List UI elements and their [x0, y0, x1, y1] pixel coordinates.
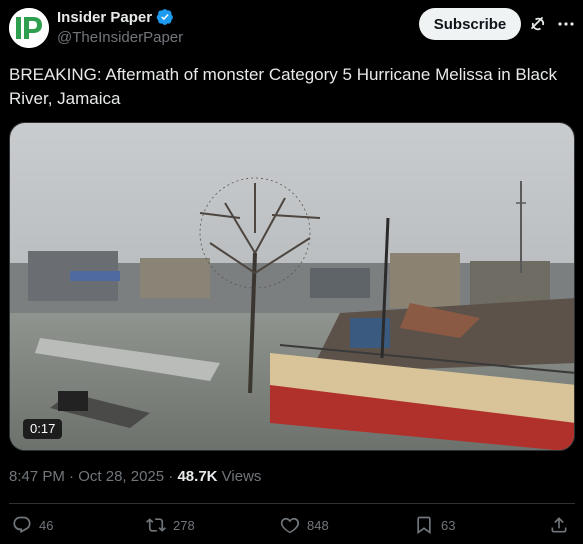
reply-icon — [13, 516, 31, 534]
tweet-date[interactable]: Oct 28, 2025 — [78, 468, 164, 485]
like-count: 848 — [307, 517, 329, 533]
video-duration: 0:17 — [23, 419, 63, 439]
more-options-icon[interactable] — [556, 14, 576, 34]
views-count: 48.7K — [177, 468, 218, 485]
action-bar: 46 278 848 63 — [0, 515, 583, 543]
repost-count: 278 — [173, 517, 195, 533]
share-icon — [551, 517, 567, 533]
divider — [9, 503, 575, 504]
video-player[interactable]: 0:17 — [9, 122, 575, 451]
video-thumbnail — [10, 123, 574, 450]
tweet-time[interactable]: 8:47 PM — [9, 468, 65, 485]
separator-dot: · — [69, 468, 75, 485]
heart-icon — [280, 517, 300, 534]
author-handle[interactable]: @TheInsiderPaper — [57, 29, 183, 46]
share-button[interactable] — [549, 515, 576, 535]
tweet-header: Insider Paper @TheInsiderPaper Subscribe — [0, 0, 583, 56]
verified-badge-icon — [156, 9, 173, 25]
repost-button[interactable]: 278 — [146, 515, 195, 535]
avatar-logo-icon — [9, 8, 49, 48]
views-label: Views — [221, 468, 262, 485]
separator-dot: · — [168, 468, 174, 485]
bookmark-count: 63 — [441, 517, 456, 533]
reply-button[interactable]: 46 — [12, 515, 53, 535]
tweet-text: BREAKING: Aftermath of monster Category … — [9, 65, 557, 108]
subscribe-button[interactable]: Subscribe — [419, 8, 521, 40]
repost-icon — [146, 518, 166, 532]
reply-count: 46 — [39, 517, 54, 533]
tweet-meta: 8:47 PM · Oct 28, 2025 · 48.7K Views — [9, 468, 261, 485]
grok-icon[interactable] — [528, 14, 548, 34]
bookmark-icon — [417, 516, 431, 535]
display-name[interactable]: Insider Paper — [57, 9, 152, 26]
bookmark-button[interactable]: 63 — [414, 515, 455, 535]
avatar[interactable] — [9, 8, 49, 48]
like-button[interactable]: 848 — [280, 515, 329, 535]
name-row: Insider Paper — [57, 8, 174, 26]
